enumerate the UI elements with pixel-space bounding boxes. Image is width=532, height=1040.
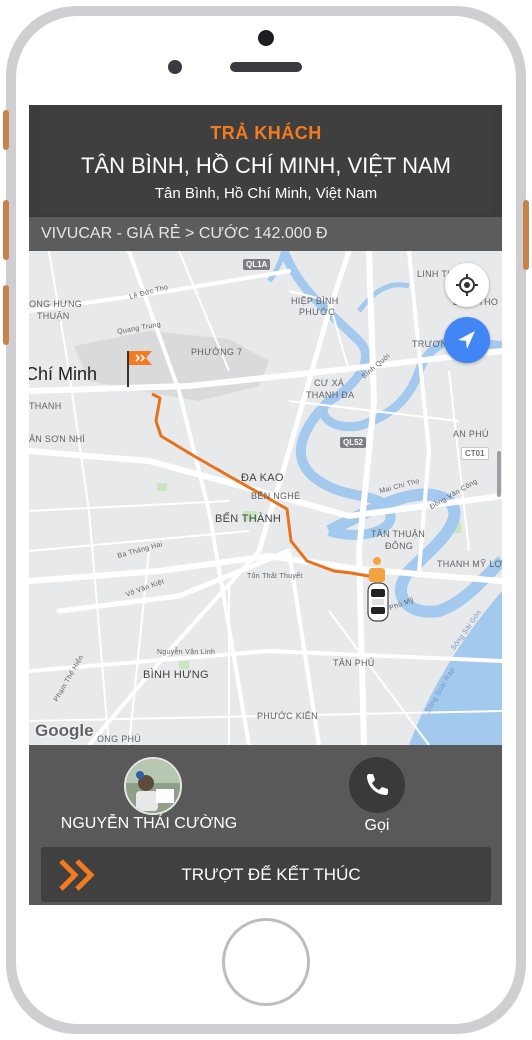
map-label: HIỆP BÌNH [291, 296, 339, 306]
driver-name: NGUYỄN THÁI CƯỜNG [60, 815, 238, 832]
map-label: THANH ĐA [306, 390, 355, 400]
map-scroll-indicator [497, 451, 501, 497]
map-label: THANH [29, 401, 62, 411]
power-button [523, 200, 529, 270]
destination-flag-icon [126, 349, 156, 389]
map-label: QL52 [340, 437, 367, 448]
fare-bar: VIVUCAR - GIÁ RẺ > CƯỚC 142.000 Đ [29, 217, 502, 251]
earpiece-speaker [230, 62, 302, 72]
navigation-arrow-icon [458, 331, 475, 349]
map-label: BẾN NGHÉ [251, 491, 301, 501]
map-label: TÂN THUẬN [371, 529, 426, 539]
google-logo: Google [35, 721, 94, 740]
map-label: CT01 [461, 447, 489, 460]
destination-subtitle: Tân Bình, Hồ Chí Minh, Việt Nam [154, 185, 378, 202]
map-label: PHƯỚC KIỂN [257, 711, 318, 721]
app-screen: TRẢ KHÁCH TÂN BÌNH, HỒ CHÍ MINH, VIỆT NA… [29, 105, 502, 905]
map-label: QL1A [243, 259, 271, 270]
my-location-icon [456, 274, 478, 296]
volume-up-button [3, 200, 9, 260]
map-label: TÂN PHÚ [333, 658, 375, 668]
map-label: Nguyễn Văn Linh [157, 649, 216, 656]
map-label: THUẬN [37, 311, 70, 321]
navigation-button[interactable] [444, 317, 490, 363]
mute-switch [3, 110, 9, 150]
my-location-button[interactable] [445, 263, 489, 307]
map-label: BÌNH HƯNG [143, 669, 209, 681]
dropoff-label: TRẢ KHÁCH [210, 123, 322, 143]
map-label: PHƯỚC [299, 307, 335, 317]
volume-down-button [3, 285, 9, 345]
map-label: ONG HƯNG [29, 299, 83, 309]
trip-action-panel: NGUYỄN THÁI CƯỜNG Gọi TRƯỢT ĐỂ KẾT THÚC [29, 745, 502, 905]
car-icon [366, 581, 390, 623]
map-label: BẾN THÀNH [215, 513, 282, 525]
phone-icon [367, 774, 388, 795]
map-label: THANH MỸ LỢI [437, 559, 502, 569]
dropoff-header: TRẢ KHÁCH TÂN BÌNH, HỒ CHÍ MINH, VIỆT NA… [41, 109, 491, 213]
map-label: PHƯỜNG 7 [191, 347, 243, 357]
map-label: ĐA KAO [241, 472, 284, 484]
map-label: Tôn Thất Thuyết [247, 573, 303, 580]
destination-title: TÂN BÌNH, HỒ CHÍ MINH, VIỆT NAM [81, 153, 451, 178]
map-label: ÂN SƠN NHÌ [29, 434, 86, 444]
home-button[interactable] [222, 918, 310, 1006]
call-button[interactable] [349, 757, 405, 813]
front-camera [258, 30, 274, 46]
map-label: ONG PHÚ [97, 734, 142, 744]
map-label: ĐÔNG [385, 541, 414, 551]
city-label: Chí Minh [29, 364, 98, 384]
map-label: CƯ XÁ [314, 378, 345, 388]
proximity-sensor [168, 60, 182, 74]
slide-to-finish[interactable]: TRƯỢT ĐỂ KẾT THÚC [41, 847, 491, 902]
map-label: AN PHÚ [453, 429, 489, 439]
driver-avatar[interactable] [124, 757, 182, 815]
route-map[interactable]: QL1A LINH THO BÌNH THO HIỆP BÌNH PHƯỚC T… [29, 251, 502, 745]
call-label: Gọi [364, 817, 390, 834]
slide-label: TRƯỢT ĐỂ KẾT THÚC [181, 865, 361, 884]
